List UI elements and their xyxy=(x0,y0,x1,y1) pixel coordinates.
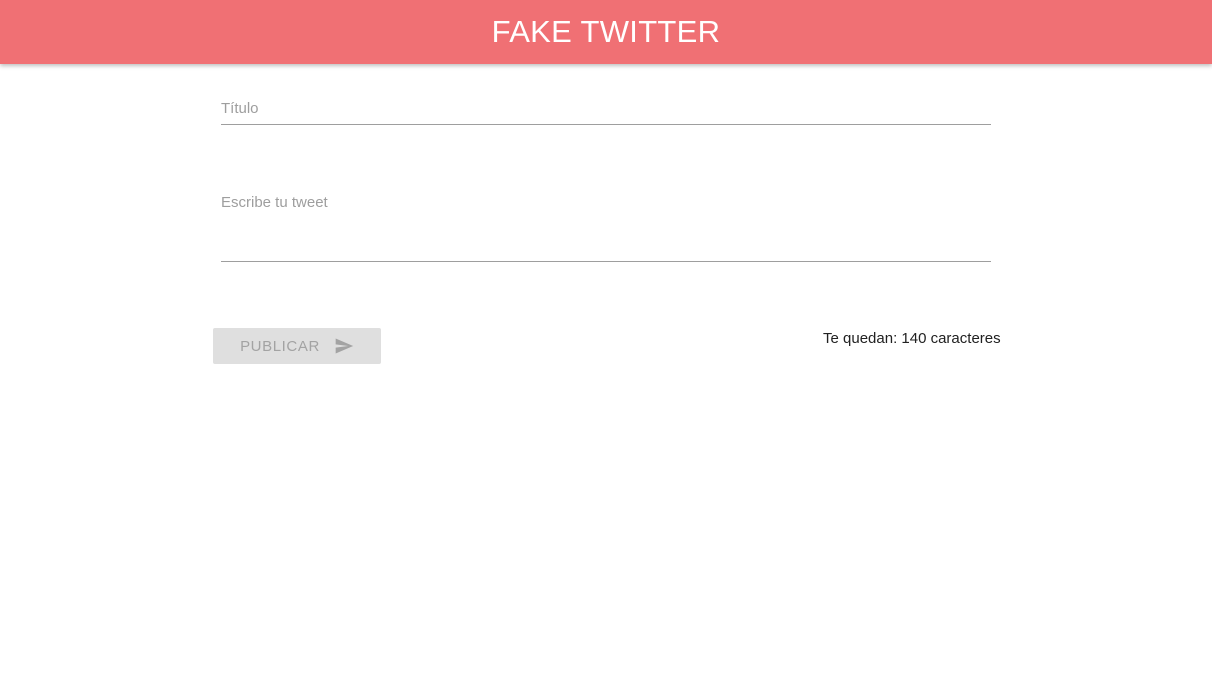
send-icon xyxy=(334,336,354,356)
tweet-textarea[interactable] xyxy=(221,188,991,261)
character-counter: Te quedan: 140 caracteres xyxy=(823,330,1001,347)
app-title: FAKE TWITTER xyxy=(491,14,721,49)
publish-button-label: PUBLICAR xyxy=(240,337,320,355)
tweet-field[interactable] xyxy=(221,188,991,262)
app-bar: FAKE TWITTER xyxy=(0,0,1212,64)
publish-button[interactable]: PUBLICAR xyxy=(213,328,381,364)
title-field[interactable] xyxy=(221,86,991,125)
title-input[interactable] xyxy=(221,86,991,124)
